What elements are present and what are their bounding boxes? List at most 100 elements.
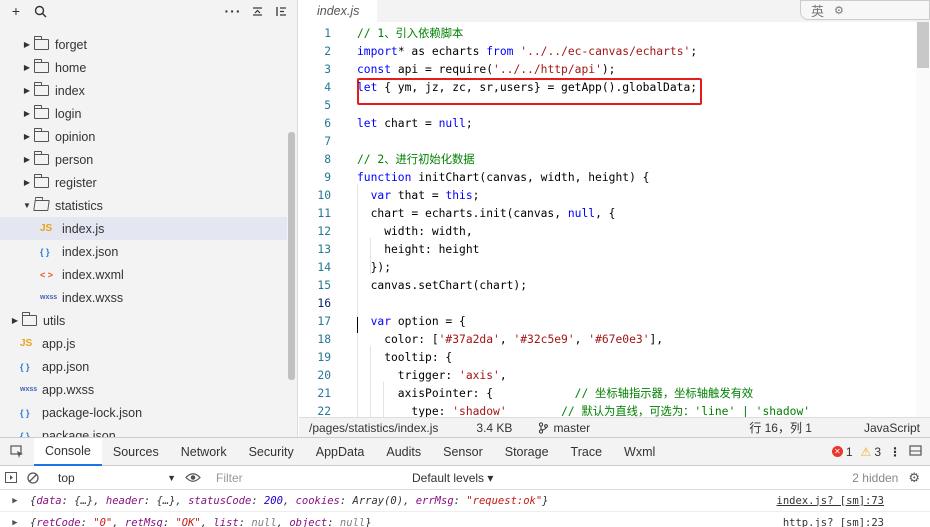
folder-icon — [34, 105, 49, 119]
tree-item[interactable]: ▶ register — [0, 171, 287, 194]
chevron-right-icon[interactable]: ▶ — [8, 316, 22, 325]
tree-item[interactable]: wxss index.wxss — [0, 286, 287, 309]
tree-item[interactable]: ▶ person — [0, 148, 287, 171]
code-area[interactable]: 1 // 1、引入依赖脚本 2 import* as echarts from '..… — [299, 22, 916, 417]
chevron-right-icon[interactable]: ▶ — [20, 63, 34, 72]
add-icon[interactable]: + — [4, 0, 28, 22]
editor-scrollbar[interactable] — [916, 22, 930, 417]
inspect-icon[interactable] — [0, 445, 34, 458]
console-log-row[interactable]: ▶ {data: {…}, header: {…}, statusCode: 2… — [0, 490, 930, 512]
tab-appdata[interactable]: AppData — [305, 438, 376, 466]
tree-item[interactable]: { } package.json — [0, 424, 287, 438]
chevron-right-icon[interactable]: ▶ — [20, 132, 34, 141]
dock-icon[interactable] — [909, 444, 922, 459]
tree-item[interactable]: ▶ login — [0, 102, 287, 125]
tree-item[interactable]: JS app.js — [0, 332, 287, 355]
chevron-right-icon[interactable]: ▶ — [20, 155, 34, 164]
branch-label: master — [553, 420, 591, 435]
status-language[interactable]: JavaScript — [864, 421, 920, 435]
line-text: tooltip: { — [357, 351, 453, 364]
line-number: 16 — [317, 297, 331, 310]
code-line: 3 const api = require('../../http/api'); — [299, 61, 916, 79]
line-text: import* as echarts from '../../ec-canvas… — [357, 45, 698, 58]
tree-item[interactable]: ▶ home — [0, 56, 287, 79]
context-select[interactable]: top ▼ — [52, 469, 182, 487]
code-line: 17 var option = { — [299, 313, 916, 331]
status-position[interactable]: 行 16，列 1 — [749, 419, 812, 436]
chevron-right-icon[interactable]: ▶ — [20, 40, 34, 49]
tree-item[interactable]: ▶ utils — [0, 309, 287, 332]
tab-index-js[interactable]: index.js — [299, 0, 378, 22]
tree-item[interactable]: ▼ statistics — [0, 194, 287, 217]
error-count[interactable]: ✕ 1 — [831, 445, 853, 459]
tree-item[interactable]: ▶ opinion — [0, 125, 287, 148]
tree-item-label: index — [55, 83, 85, 98]
code-line: 22 type: 'shadow' // 默认为直线，可选为：'line' | … — [299, 403, 916, 417]
tab-storage[interactable]: Storage — [494, 438, 560, 466]
tab-wxml[interactable]: Wxml — [613, 438, 666, 466]
tree-item[interactable]: < > index.wxml — [0, 263, 287, 286]
console-settings-icon[interactable]: ⚙ — [908, 470, 920, 486]
status-path[interactable]: /pages/statistics/index.js — [309, 421, 438, 435]
line-number: 12 — [317, 225, 331, 238]
line-text: height: height — [357, 243, 480, 256]
tree-item[interactable]: ▶ index — [0, 79, 287, 102]
line-text: var that = this; — [370, 189, 480, 202]
chevron-right-icon[interactable]: ▶ — [20, 109, 34, 118]
chevron-right-icon[interactable]: ▶ — [20, 86, 34, 95]
js-file-icon: JS — [40, 223, 53, 234]
line-number: 21 — [317, 387, 331, 400]
ime-indicator[interactable]: 英 ⚙ — [800, 0, 930, 20]
chevron-down-icon[interactable]: ▼ — [20, 201, 34, 210]
clear-console-icon[interactable] — [22, 471, 44, 484]
filter-input[interactable]: Filter — [212, 468, 402, 487]
folder-icon — [34, 151, 49, 165]
split-view-icon[interactable] — [269, 0, 293, 22]
sidebar-toggle-icon[interactable] — [0, 472, 22, 483]
collapse-all-icon[interactable] — [245, 0, 269, 22]
tree-item-label: register — [55, 175, 97, 190]
settings-icon[interactable]: ⚙ — [834, 4, 844, 17]
tab-trace[interactable]: Trace — [560, 438, 614, 466]
console-log-row[interactable]: ▶ {retCode: "0", retMsg: "OK", list: nul… — [0, 512, 930, 527]
tab-audits[interactable]: Audits — [375, 438, 432, 466]
folder-icon — [33, 200, 50, 211]
status-size: 3.4 KB — [476, 420, 513, 435]
status-branch[interactable]: master — [538, 421, 590, 435]
tree-item[interactable]: { } index.json — [0, 240, 287, 263]
tree-item[interactable]: JS index.js — [0, 217, 287, 240]
code-editor: index.js 英 ⚙ 1 // 1、引入依赖脚本 2 import* as ech… — [299, 0, 930, 437]
chevron-right-icon[interactable]: ▶ — [20, 178, 34, 187]
tree-item-label: index.wxss — [62, 290, 124, 305]
tab-network[interactable]: Network — [170, 438, 238, 466]
tree-item[interactable]: { } app.json — [0, 355, 287, 378]
levels-dropdown[interactable]: Default levels ▾ — [412, 471, 493, 485]
hidden-count: 2 hidden — [852, 470, 899, 485]
tree-item[interactable]: wxss app.wxss — [0, 378, 287, 401]
line-number: 20 — [317, 369, 331, 382]
code-line: 10 var that = this; — [299, 187, 916, 205]
line-text: chart = echarts.init(canvas, null, { — [357, 207, 616, 220]
more-vertical-icon[interactable]: ⋮ — [889, 445, 901, 459]
tab-sources[interactable]: Sources — [102, 438, 170, 466]
tab-console[interactable]: Console — [34, 437, 102, 466]
code-line: 20 trigger: 'axis', — [299, 367, 916, 385]
warning-icon: ⚠ — [860, 444, 872, 459]
explorer-scrollbar[interactable] — [288, 132, 295, 380]
tree-item[interactable]: ▶ forget — [0, 33, 287, 56]
error-icon: ✕ — [831, 446, 843, 457]
folder-icon — [34, 128, 49, 142]
eye-icon[interactable] — [182, 472, 204, 483]
log-source-link[interactable]: http.js? [sm]:23 — [783, 517, 884, 527]
tab-security[interactable]: Security — [238, 438, 305, 466]
tree-item[interactable]: { } package-lock.json — [0, 401, 287, 424]
warning-count[interactable]: ⚠ 3 — [861, 445, 881, 459]
line-text: let chart = null; — [357, 117, 473, 130]
search-icon[interactable] — [28, 0, 52, 22]
tree-item-label: index.json — [62, 244, 119, 259]
line-number: 11 — [317, 207, 331, 220]
tab-sensor[interactable]: Sensor — [432, 438, 494, 466]
more-icon[interactable]: ··· — [221, 0, 245, 22]
line-text: // 1、引入依赖脚本 — [357, 27, 464, 40]
log-source-link[interactable]: index.js? [sm]:73 — [777, 495, 884, 507]
